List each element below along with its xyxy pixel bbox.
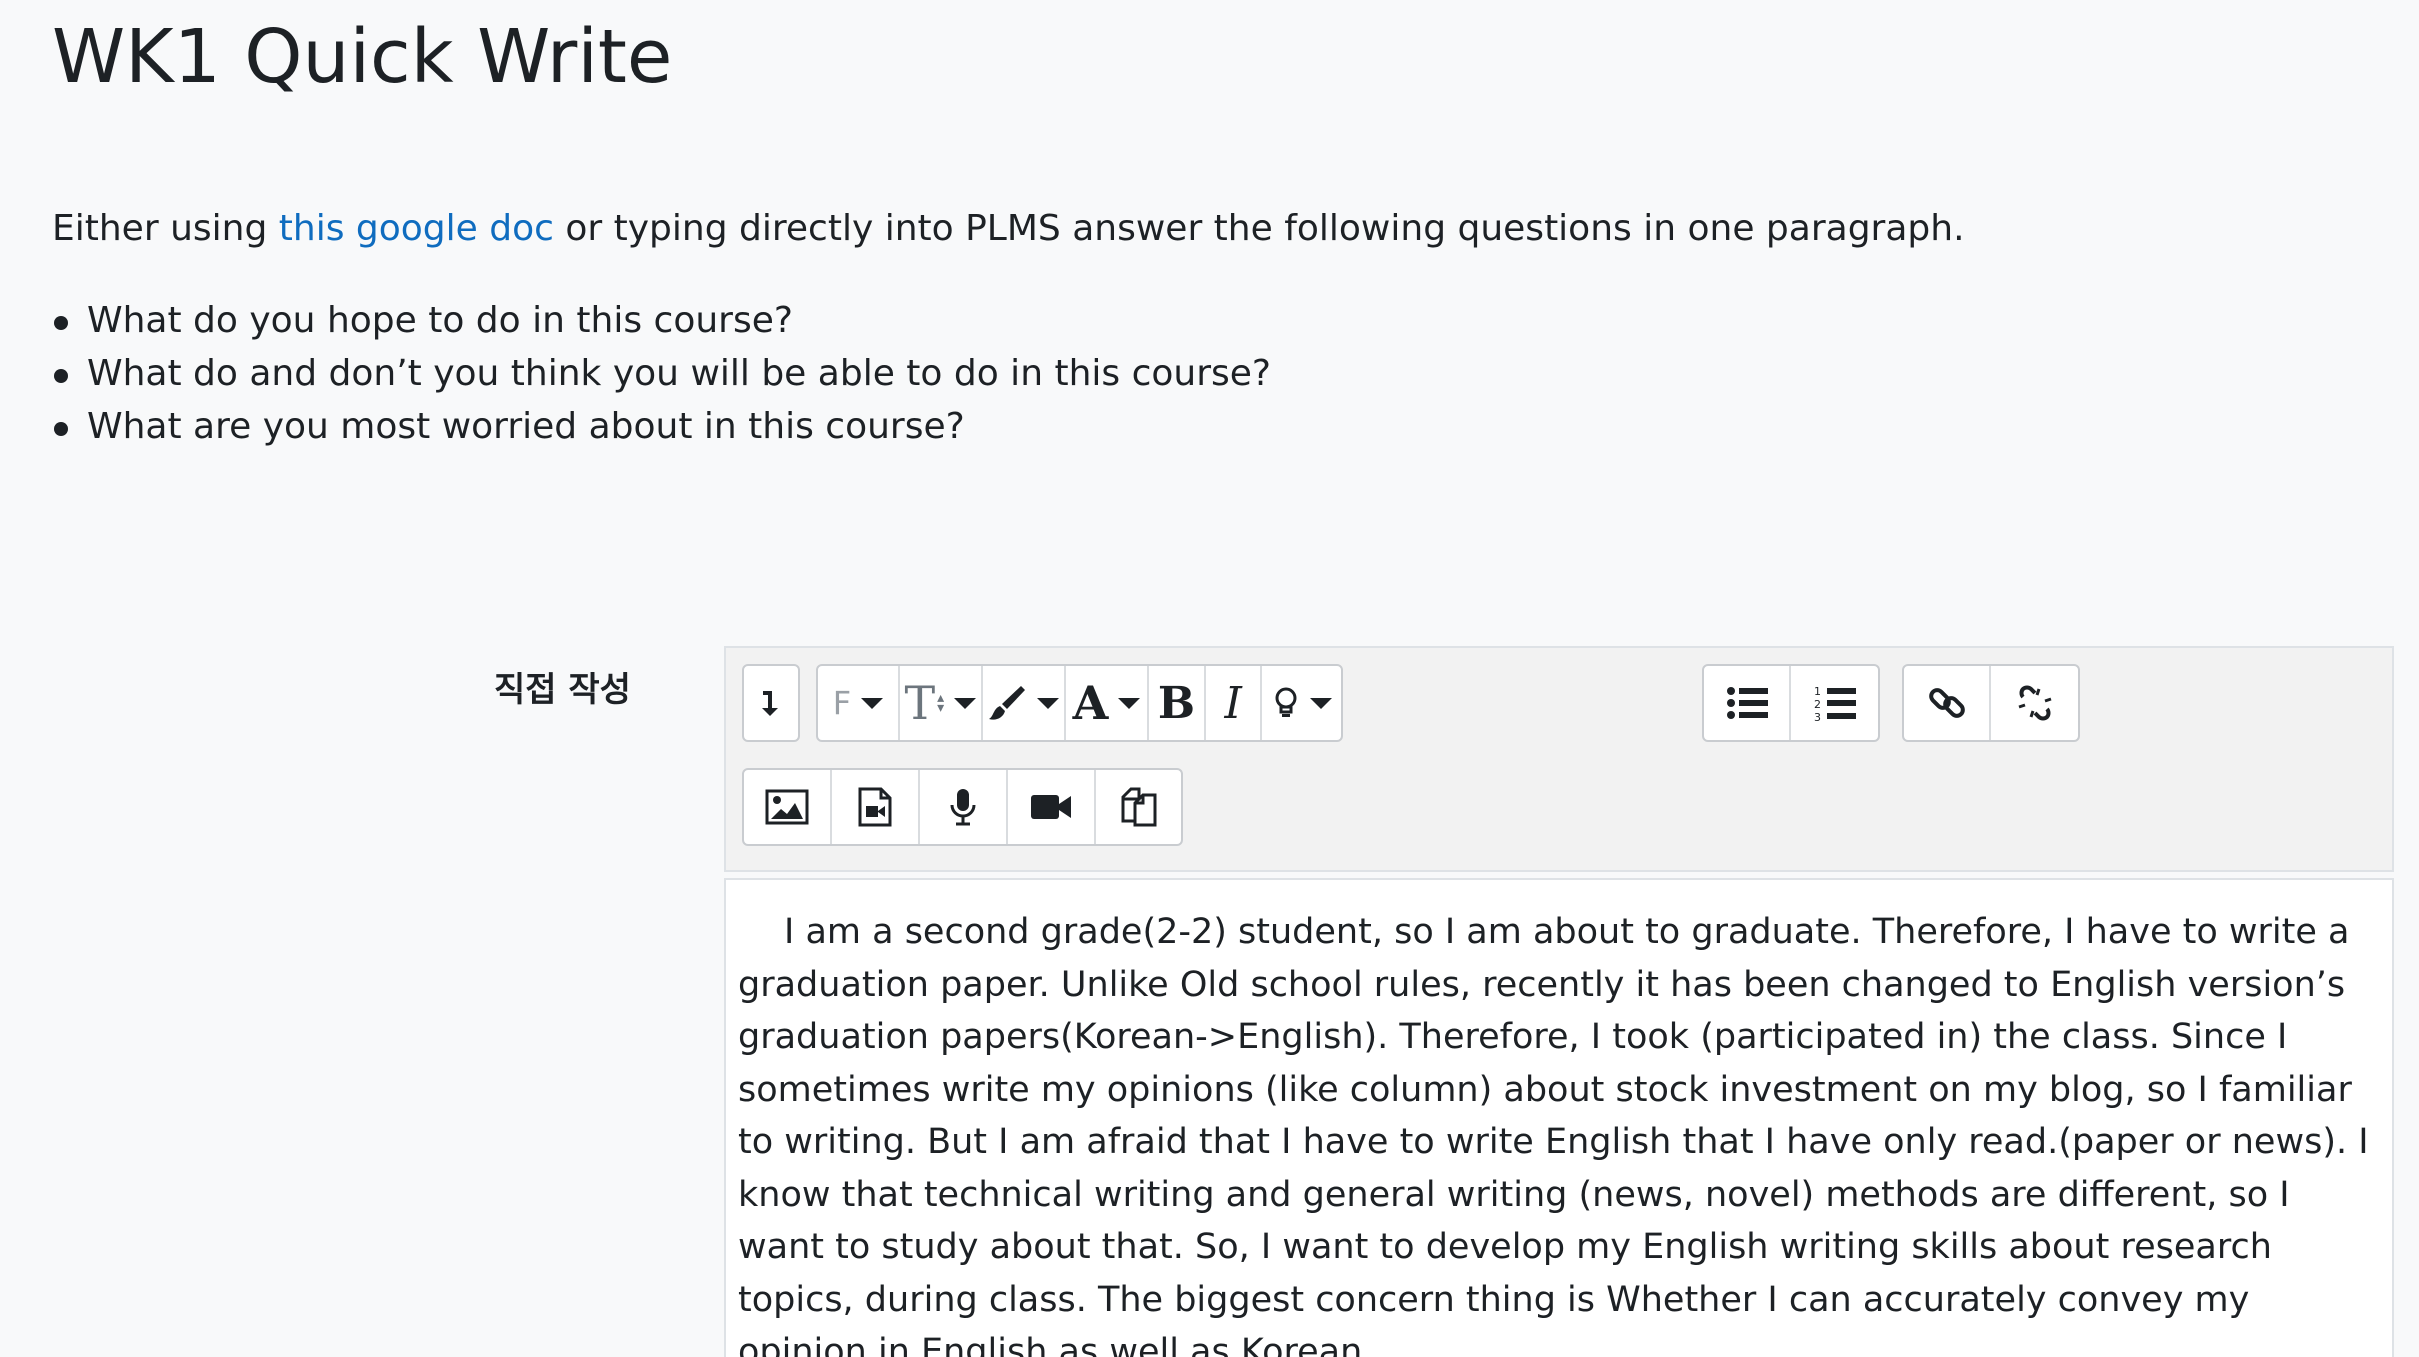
- italic-icon: I: [1224, 677, 1242, 729]
- highlight-brush-icon: [987, 683, 1027, 723]
- svg-text:1: 1: [1814, 685, 1821, 698]
- chevron-down-icon: [954, 697, 977, 709]
- lightbulb-icon: [1272, 685, 1300, 721]
- link-icon: [1927, 683, 1967, 723]
- font-size-icon: T: [904, 676, 936, 730]
- font-color-button[interactable]: A: [1066, 666, 1150, 740]
- bold-icon: B: [1157, 677, 1196, 729]
- microphone-icon: [948, 787, 978, 827]
- accessibility-helper-button[interactable]: [1262, 666, 1341, 740]
- svg-text:3: 3: [1814, 711, 1821, 722]
- toolbar-group-lists: 123: [1702, 664, 1880, 742]
- unordered-list-button[interactable]: [1704, 666, 1791, 740]
- toolbar-group-style: F T ▴ ▾ A B I: [816, 664, 1343, 742]
- unordered-list-icon: [1726, 685, 1768, 721]
- record-video-button[interactable]: [1008, 770, 1096, 844]
- image-icon: [765, 789, 809, 825]
- chevron-down-icon: [1118, 697, 1141, 709]
- unlink-button[interactable]: [1991, 666, 2078, 740]
- chevron-down-icon: [1309, 697, 1332, 709]
- intro-text-suffix: or typing directly into PLMS answer the …: [553, 208, 1965, 249]
- bold-button[interactable]: B: [1149, 666, 1206, 740]
- chevron-down-icon: [1037, 697, 1060, 709]
- page-title: WK1 Quick Write: [52, 14, 673, 100]
- ordered-list-button[interactable]: 123: [1791, 666, 1878, 740]
- online-text-editor[interactable]: I am a second grade(2-2) student, so I a…: [724, 878, 2394, 1357]
- toolbar-group-media: [742, 768, 1183, 846]
- media-icon: [857, 787, 893, 827]
- copy-paste-icon: [1119, 787, 1159, 827]
- manage-files-button[interactable]: [1096, 770, 1181, 844]
- font-size-button[interactable]: T ▴ ▾: [900, 666, 983, 740]
- highlight-button[interactable]: [983, 666, 1066, 740]
- toggle-toolbar-icon: [759, 688, 783, 718]
- question-item: What do you hope to do in this course?: [52, 294, 1271, 347]
- unlink-icon: [2015, 683, 2055, 723]
- toolbar-group-links: [1902, 664, 2080, 742]
- insert-image-button[interactable]: [744, 770, 832, 844]
- font-family-button[interactable]: F: [818, 666, 900, 740]
- svg-text:2: 2: [1814, 698, 1821, 711]
- intro-text-prefix: Either using: [52, 208, 279, 249]
- link-button[interactable]: [1904, 666, 1991, 740]
- editor-toolbar: F T ▴ ▾ A B I 1 2 3: [724, 646, 2394, 872]
- toggle-toolbar-button[interactable]: [744, 666, 798, 740]
- online-text-label: 직접 작성: [494, 670, 631, 710]
- chevron-down-icon: [861, 697, 884, 709]
- insert-media-button[interactable]: [832, 770, 920, 844]
- instructions: Either using this google doc or typing d…: [52, 208, 1965, 249]
- font-size-arrows-icon: ▴ ▾: [937, 690, 945, 716]
- ordered-list-icon: 123: [1814, 684, 1856, 722]
- question-item: What are you most worried about in this …: [52, 400, 1271, 453]
- toolbar-group-collapse: [742, 664, 800, 742]
- font-color-icon: A: [1072, 676, 1109, 730]
- google-doc-link[interactable]: this google doc: [279, 208, 554, 249]
- font-family-icon: F: [832, 684, 852, 722]
- video-camera-icon: [1029, 792, 1073, 822]
- italic-button[interactable]: I: [1206, 666, 1263, 740]
- question-item: What do and don’t you think you will be …: [52, 347, 1271, 400]
- question-list: What do you hope to do in this course? W…: [52, 294, 1271, 453]
- record-audio-button[interactable]: [920, 770, 1008, 844]
